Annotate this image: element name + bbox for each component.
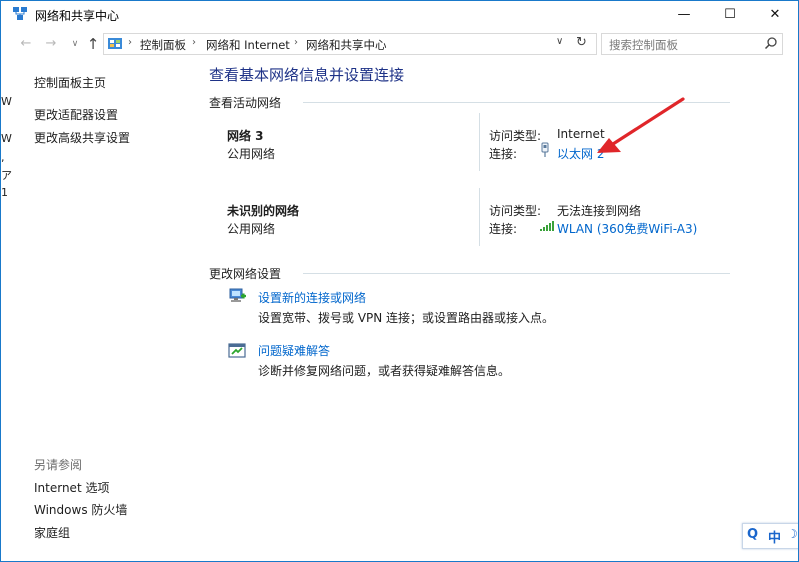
ime-toolbar[interactable]: Q 中 ☽ [742, 523, 798, 549]
navigation-bar: ← → ∨ ↑ › 控制面板 › 网络和 Internet › 网络和共享中心 … [1, 30, 798, 58]
ethernet-icon [541, 142, 549, 157]
access-type-label: 访问类型: [489, 204, 542, 218]
maximize-button[interactable]: ☐ [707, 1, 753, 28]
change-settings-heading: 更改网络设置 [209, 267, 282, 281]
sidebar-link-homegroup[interactable]: 家庭组 [34, 524, 70, 541]
background-text: W [1, 132, 12, 145]
network-category[interactable]: 公用网络 [227, 220, 275, 237]
recent-locations-button[interactable]: ∨ [65, 34, 85, 54]
search-input[interactable]: 搜索控制面板 [601, 33, 783, 55]
sidebar-link-windows-firewall[interactable]: Windows 防火墙 [34, 501, 127, 518]
breadcrumb-separator[interactable]: › [192, 37, 196, 48]
address-bar[interactable]: › 控制面板 › 网络和 Internet › 网络和共享中心 ∨ ↻ [103, 33, 597, 55]
network-category[interactable]: 公用网络 [227, 145, 275, 162]
troubleshoot-icon [228, 343, 246, 358]
new-connection-icon [229, 288, 246, 302]
sidebar-link-change-adapter-settings[interactable]: 更改适配器设置 [34, 106, 118, 123]
connection-label: 连接: [489, 147, 518, 161]
breadcrumb-separator[interactable]: › [128, 37, 132, 48]
background-text: , [1, 151, 5, 164]
setup-new-connection-description: 设置宽带、拨号或 VPN 连接；或设置路由器或接入点。 [258, 311, 555, 325]
title-bar[interactable]: 网络和共享中心 — ☐ ✕ [1, 1, 798, 28]
minimize-button[interactable]: — [661, 1, 707, 28]
network-divider [479, 188, 480, 246]
troubleshoot-link[interactable]: 问题疑难解答 [258, 342, 330, 359]
address-dropdown-icon[interactable]: ∨ [556, 36, 563, 47]
control-panel-icon [108, 38, 122, 49]
breadcrumb-separator[interactable]: › [294, 37, 298, 48]
close-button[interactable]: ✕ [752, 1, 798, 28]
sidebar-link-control-panel-home[interactable]: 控制面板主页 [34, 74, 106, 91]
network-name: 网络 3 [227, 129, 264, 143]
network-center-icon [13, 7, 27, 20]
forward-button[interactable]: → [41, 34, 61, 54]
breadcrumb-network-sharing-center[interactable]: 网络和共享中心 [306, 37, 387, 53]
breadcrumb-control-panel[interactable]: 控制面板 [140, 37, 186, 53]
network-divider [479, 113, 480, 171]
see-also-heading: 另请参阅 [34, 458, 83, 472]
network-name: 未识别的网络 [227, 204, 300, 218]
access-type-value: 无法连接到网络 [557, 204, 642, 218]
setup-new-connection-link[interactable]: 设置新的连接或网络 [258, 289, 366, 306]
wifi-signal-icon [540, 221, 554, 231]
page-title: 查看基本网络信息并设置连接 [209, 66, 405, 84]
ime-halfwidth-icon[interactable]: ☽ [787, 527, 798, 541]
active-networks-heading: 查看活动网络 [209, 96, 282, 110]
annotation-arrow [597, 97, 685, 153]
troubleshoot-description: 诊断并修复网络问题，或者获得疑难解答信息。 [258, 364, 511, 378]
ime-search-icon[interactable]: Q [747, 527, 758, 542]
back-button[interactable]: ← [16, 34, 36, 54]
section-divider [303, 273, 730, 274]
search-placeholder: 搜索控制面板 [609, 38, 678, 52]
wlan-link[interactable]: WLAN (360免费WiFi-A3) [557, 220, 697, 237]
sidebar-link-advanced-sharing[interactable]: 更改高级共享设置 [34, 129, 130, 146]
connection-label: 连接: [489, 222, 518, 236]
background-text: 1 [1, 186, 8, 199]
search-icon[interactable] [764, 36, 778, 50]
background-text: W [1, 95, 12, 108]
access-type-label: 访问类型: [489, 129, 542, 143]
breadcrumb-network-internet[interactable]: 网络和 Internet [206, 37, 290, 53]
refresh-icon[interactable]: ↻ [576, 35, 587, 50]
ime-language-indicator[interactable]: 中 [768, 527, 781, 546]
background-text: ア [1, 169, 12, 182]
up-button[interactable]: ↑ [83, 34, 103, 54]
window-title: 网络和共享中心 [35, 9, 120, 23]
network-sharing-center-window: 网络和共享中心 — ☐ ✕ ← → ∨ ↑ › 控制面板 › 网络和 Inter… [0, 0, 799, 562]
sidebar-link-internet-options[interactable]: Internet 选项 [34, 479, 109, 496]
